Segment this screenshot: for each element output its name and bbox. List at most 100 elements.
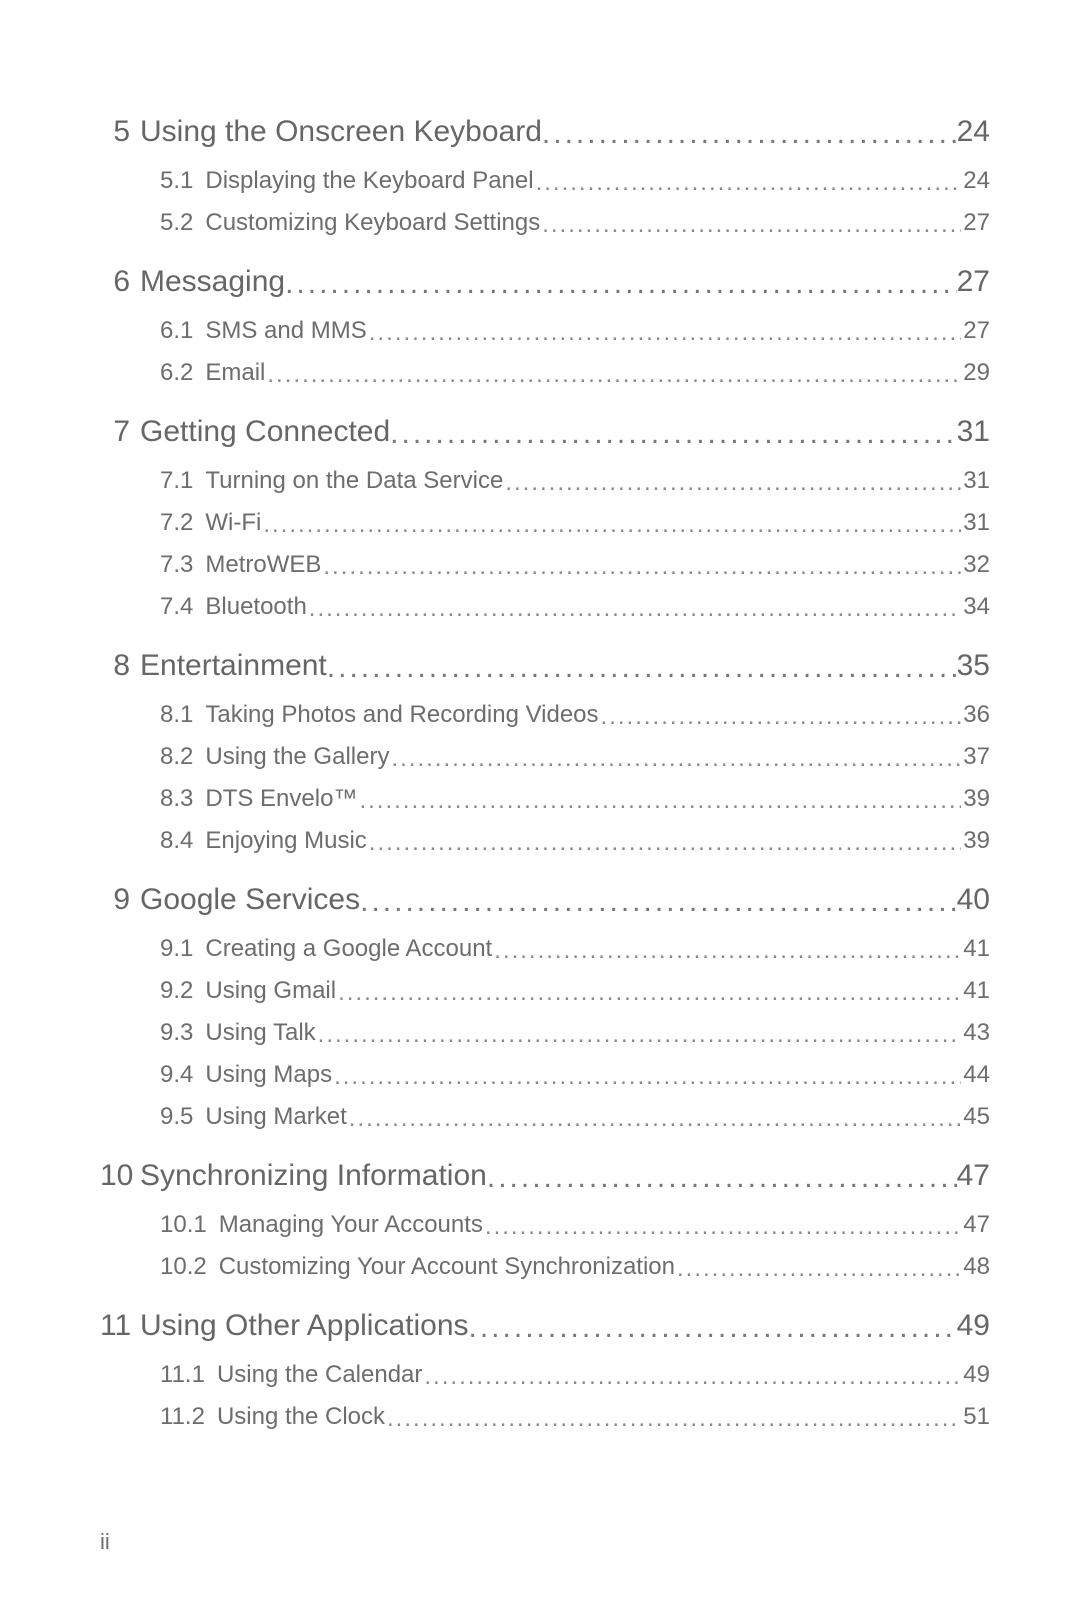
toc-section-row[interactable]: 7.4Bluetooth............................… — [160, 593, 990, 621]
toc-chapter-number: 10 — [100, 1159, 140, 1193]
toc-leader-dots: ........................................… — [338, 979, 961, 1007]
toc-leader-dots: ........................................… — [360, 885, 957, 919]
toc-section-title: Managing Your Accounts — [219, 1211, 483, 1239]
toc-leader-dots: ........................................… — [494, 937, 961, 965]
toc-section-number: 9.1 — [160, 935, 193, 963]
toc-section-number: 11.1 — [160, 1361, 205, 1389]
toc-section-page: 45 — [963, 1103, 990, 1131]
toc-section-row[interactable]: 7.2 Wi-Fi................................… — [160, 509, 990, 537]
toc-chapter-number: 11 — [100, 1309, 140, 1343]
toc-section-number: 8.1 — [160, 701, 193, 729]
toc-section-row[interactable]: 5.1Displaying the Keyboard Panel........… — [160, 167, 990, 195]
toc-section-row[interactable]: 6.2Email................................… — [160, 359, 990, 387]
toc-section-row[interactable]: 11.2Using the Clock.....................… — [160, 1403, 990, 1431]
toc-section-number: 7.2 — [160, 509, 193, 537]
toc-section-page: 43 — [963, 1019, 990, 1047]
toc-section-row[interactable]: 10.1 Managing Your Accounts..............… — [160, 1211, 990, 1239]
toc-section-title: Turning on the Data Service — [205, 467, 503, 495]
toc-section-page: 39 — [963, 827, 990, 855]
toc-chapter-page: 40 — [957, 883, 990, 917]
toc-section-title: Taking Photos and Recording Videos — [205, 701, 598, 729]
toc-leader-dots: ........................................… — [487, 1161, 957, 1195]
toc-chapter-row[interactable]: 6Messaging..............................… — [100, 265, 990, 299]
toc-section-page: 41 — [963, 935, 990, 963]
toc-section-number: 6.1 — [160, 317, 193, 345]
toc-section-row[interactable]: 8.1 Taking Photos and Recording Videos...… — [160, 701, 990, 729]
toc-chapter-number: 7 — [100, 415, 140, 449]
toc-section-title: DTS Envelo™ — [205, 785, 357, 813]
toc-leader-dots: ........................................… — [267, 361, 961, 389]
toc-section-number: 7.4 — [160, 593, 193, 621]
toc-chapter-row[interactable]: 5Using the Onscreen Keyboard............… — [100, 115, 990, 149]
toc-section-page: 37 — [963, 743, 990, 771]
toc-section-title: Using the Gallery — [205, 743, 389, 771]
toc-leader-dots: ........................................… — [263, 511, 961, 539]
toc-leader-dots: ........................................… — [601, 703, 962, 731]
toc-chapter-row[interactable]: 10Synchronizing Information.............… — [100, 1159, 990, 1193]
toc-section-row[interactable]: 8.3 DTS Envelo™..........................… — [160, 785, 990, 813]
toc-section-row[interactable]: 7.1Turning on the Data Service..........… — [160, 467, 990, 495]
toc-section-row[interactable]: 6.1SMS and MMS..........................… — [160, 317, 990, 345]
toc-leader-dots: ........................................… — [369, 829, 962, 857]
toc-section-title: Email — [205, 359, 265, 387]
toc-leader-dots: ........................................… — [334, 1063, 961, 1091]
toc-leader-dots: ........................................… — [327, 651, 957, 685]
toc-section-page: 48 — [963, 1253, 990, 1281]
toc-section-row[interactable]: 8.2 Using the Gallery....................… — [160, 743, 990, 771]
toc-section-row[interactable]: 10.2Customizing Your Account Synchroniza… — [160, 1253, 990, 1281]
toc-page: 5Using the Onscreen Keyboard............… — [0, 0, 1080, 1519]
toc-section-number: 7.3 — [160, 551, 193, 579]
toc-section-row[interactable]: 9.1Creating a Google Account............… — [160, 935, 990, 963]
toc-section-row[interactable]: 9.3Using Talk...........................… — [160, 1019, 990, 1047]
toc-section-page: 47 — [963, 1211, 990, 1239]
toc-leader-dots: ........................................… — [542, 117, 957, 151]
toc-section-row[interactable]: 9.5Using Market.........................… — [160, 1103, 990, 1131]
toc-section-page: 41 — [963, 977, 990, 1005]
toc-chapter-title: Using Other Applications — [140, 1309, 469, 1343]
toc-section-row[interactable]: 8.4Enjoying Music.......................… — [160, 827, 990, 855]
toc-section-page: 39 — [963, 785, 990, 813]
toc-section-number: 10.2 — [160, 1253, 207, 1281]
toc-leader-dots: ........................................… — [309, 595, 962, 623]
toc-chapter-row[interactable]: 8Entertainment..........................… — [100, 649, 990, 683]
toc-leader-dots: ........................................… — [359, 787, 961, 815]
toc-section-title: Wi-Fi — [205, 509, 261, 537]
toc-section-row[interactable]: 5.2Customizing Keyboard Settings........… — [160, 209, 990, 237]
toc-leader-dots: ........................................… — [387, 1405, 961, 1433]
toc-section-number: 8.4 — [160, 827, 193, 855]
toc-section-title: SMS and MMS — [205, 317, 366, 345]
toc-leader-dots: ........................................… — [391, 745, 961, 773]
toc-section-page: 51 — [963, 1403, 990, 1431]
toc-chapter-page: 35 — [957, 649, 990, 683]
toc-section-row[interactable]: 11.1Using the Calendar..................… — [160, 1361, 990, 1389]
toc-section-number: 9.5 — [160, 1103, 193, 1131]
toc-chapter: 11Using Other Applications..............… — [100, 1309, 990, 1431]
toc-section-title: Using Market — [205, 1103, 346, 1131]
toc-chapter-number: 9 — [100, 883, 140, 917]
toc-section-row[interactable]: 7.3MetroWEB.............................… — [160, 551, 990, 579]
toc-section-page: 24 — [963, 167, 990, 195]
toc-section-number: 10.1 — [160, 1211, 207, 1239]
toc-section-page: 31 — [963, 467, 990, 495]
toc-leader-dots: ........................................… — [390, 417, 956, 451]
toc-section-number: 5.1 — [160, 167, 193, 195]
toc-section-number: 11.2 — [160, 1403, 205, 1431]
toc-leader-dots: ........................................… — [318, 1021, 962, 1049]
toc-section-page: 44 — [963, 1061, 990, 1089]
toc-chapter-title: Getting Connected — [140, 415, 390, 449]
toc-chapter-page: 49 — [957, 1309, 990, 1343]
toc-chapter-row[interactable]: 11Using Other Applications..............… — [100, 1309, 990, 1343]
toc-chapter-row[interactable]: 9Google Services........................… — [100, 883, 990, 917]
toc-chapter-row[interactable]: 7Getting Connected......................… — [100, 415, 990, 449]
toc-section-number: 5.2 — [160, 209, 193, 237]
toc-chapter-number: 5 — [100, 115, 140, 149]
toc-section-number: 8.3 — [160, 785, 193, 813]
toc-section-page: 32 — [963, 551, 990, 579]
toc-section-number: 9.2 — [160, 977, 193, 1005]
toc-section-row[interactable]: 9.2Using Gmail..........................… — [160, 977, 990, 1005]
toc-leader-dots: ........................................… — [485, 1213, 961, 1241]
toc-section-title: MetroWEB — [205, 551, 321, 579]
toc-section-page: 34 — [963, 593, 990, 621]
toc-section-row[interactable]: 9.4Using Maps...........................… — [160, 1061, 990, 1089]
toc-section-number: 8.2 — [160, 743, 193, 771]
